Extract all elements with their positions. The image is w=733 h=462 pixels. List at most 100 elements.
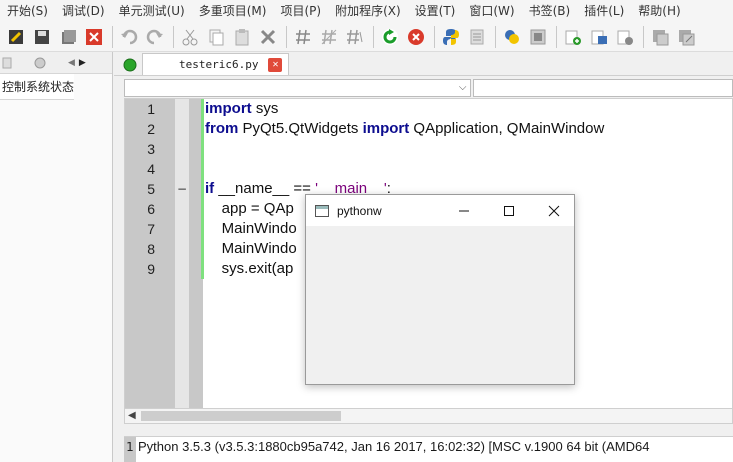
- maximize-button[interactable]: [486, 195, 531, 226]
- menu-item[interactable]: 多重项目(M): [192, 0, 274, 22]
- menu-item[interactable]: 插件(L): [577, 0, 631, 22]
- code-token: sys: [251, 100, 279, 117]
- open-project-icon[interactable]: [587, 25, 611, 49]
- chevron-down-icon: ⌵: [458, 82, 467, 93]
- toolbar-separator: [643, 25, 644, 48]
- code-token: MainWindo: [205, 220, 297, 237]
- new-project-icon[interactable]: [561, 25, 585, 49]
- keyword-token: import: [205, 100, 252, 117]
- toolbar-separator: [112, 25, 113, 48]
- profile-icon[interactable]: [526, 25, 550, 49]
- change-marker: [201, 219, 204, 239]
- pythonw-window[interactable]: pythonw: [305, 194, 575, 385]
- toolbar-separator: [173, 25, 174, 48]
- menu-item[interactable]: 窗口(W): [462, 0, 521, 22]
- menu-item[interactable]: 项目(P): [273, 0, 328, 22]
- code-text: from PyQt5.QtWidgets import QApplication…: [205, 119, 604, 139]
- close-icon: [548, 205, 559, 216]
- minimize-button[interactable]: [441, 195, 486, 226]
- code-line[interactable]: 2 from PyQt5.QtWidgets import QApplicatio…: [125, 119, 732, 139]
- python-icon[interactable]: [439, 25, 463, 49]
- minimize-icon: [458, 210, 469, 211]
- maximize-icon: [503, 205, 514, 216]
- menu-item[interactable]: 帮助(H): [631, 0, 687, 22]
- keyword-token: if: [205, 180, 215, 197]
- comment-icon[interactable]: [291, 25, 315, 49]
- left-panel: ◀ ▶ 控制系统状态: [0, 52, 113, 462]
- line-number: 5: [147, 181, 155, 197]
- delete-icon[interactable]: [256, 25, 280, 49]
- code-line[interactable]: 1 import sys: [125, 99, 732, 119]
- scrollbar-thumb[interactable]: [141, 411, 341, 421]
- line-number: 3: [147, 141, 155, 157]
- stop-icon[interactable]: [404, 25, 428, 49]
- code-line[interactable]: 3: [125, 139, 732, 159]
- save-icon[interactable]: [30, 25, 54, 49]
- shell-output-text: Python 3.5.3 (v3.5.3:1880cb95a742, Jan 1…: [138, 439, 650, 454]
- panel-scroll-right-icon[interactable]: ▶: [79, 58, 86, 68]
- toolbar-separator: [286, 25, 287, 48]
- change-marker: [201, 99, 204, 119]
- close-file-icon[interactable]: [82, 25, 106, 49]
- project-save-as-icon[interactable]: [674, 25, 698, 49]
- code-line[interactable]: 4: [125, 159, 732, 179]
- menu-item[interactable]: 单元测试(U): [112, 0, 192, 22]
- panel-scroll-left-icon[interactable]: ◀: [68, 58, 75, 68]
- reload-icon[interactable]: [378, 25, 402, 49]
- edit-icon[interactable]: [4, 25, 28, 49]
- python-debug-icon[interactable]: [500, 25, 524, 49]
- panel-pin-icon[interactable]: [32, 56, 48, 70]
- line-number: 6: [147, 201, 155, 217]
- horizontal-scrollbar[interactable]: ◀: [124, 408, 733, 424]
- toolbar-separator: [373, 25, 374, 48]
- code-token: PyQt5.QtWidgets: [238, 120, 363, 137]
- code-token: sys.exit(ap: [205, 260, 294, 277]
- scroll-left-icon[interactable]: ◀: [128, 409, 136, 423]
- code-token: MainWindo: [205, 240, 297, 257]
- undo-icon[interactable]: [117, 25, 141, 49]
- change-marker: [201, 159, 204, 179]
- close-project-icon[interactable]: [613, 25, 637, 49]
- code-text: MainWindo: [205, 219, 297, 239]
- change-marker: [201, 199, 204, 219]
- tab-control-system-status[interactable]: 控制系统状态: [0, 74, 74, 100]
- window-icon: [315, 204, 329, 217]
- code-text: sys.exit(ap: [205, 259, 294, 279]
- menu-item[interactable]: 设置(T): [408, 0, 463, 22]
- line-number: 1: [147, 101, 155, 117]
- line-number: 7: [147, 221, 155, 237]
- menu-item[interactable]: 开始(S): [0, 0, 55, 22]
- modified-status-icon: [123, 58, 137, 72]
- class-combo[interactable]: ⌵: [124, 79, 472, 97]
- menu-bar: 开始(S) 调试(D) 单元测试(U) 多重项目(M) 项目(P) 附加程序(X) 设置(T…: [0, 0, 733, 22]
- code-token: app = QAp: [205, 200, 294, 217]
- cut-icon[interactable]: [178, 25, 202, 49]
- panel-icon[interactable]: [2, 56, 14, 70]
- method-combo[interactable]: [473, 79, 733, 97]
- uncomment-icon[interactable]: [317, 25, 341, 49]
- code-token: __name__ ==: [214, 180, 316, 197]
- shell-panel[interactable]: 1 Python 3.5.3 (v3.5.3:1880cb95a742, Jan…: [124, 436, 733, 462]
- close-tab-icon[interactable]: ✕: [268, 57, 283, 72]
- save-all-icon[interactable]: [56, 25, 80, 49]
- paste-icon[interactable]: [230, 25, 254, 49]
- menu-item[interactable]: 附加程序(X): [328, 0, 408, 22]
- pythonw-titlebar[interactable]: pythonw: [306, 195, 574, 226]
- editor-tab[interactable]: testeric6.py ✕: [142, 53, 290, 75]
- code-text: import sys: [205, 99, 278, 119]
- project-save-icon[interactable]: [648, 25, 672, 49]
- menu-item[interactable]: 调试(D): [55, 0, 112, 22]
- toggle-comment-icon[interactable]: [343, 25, 367, 49]
- left-panel-toolbar: ◀ ▶: [0, 52, 112, 74]
- fold-collapse-icon[interactable]: −: [177, 179, 187, 199]
- copy-icon[interactable]: [204, 25, 228, 49]
- close-button[interactable]: [531, 195, 576, 226]
- line-number: 2: [147, 121, 155, 137]
- menu-item[interactable]: 书签(B): [522, 0, 578, 22]
- change-marker: [201, 139, 204, 159]
- keyword-token: from: [205, 120, 239, 137]
- change-marker: [201, 119, 204, 139]
- redo-icon[interactable]: [143, 25, 167, 49]
- line-number: 8: [147, 241, 155, 257]
- python-file-icon[interactable]: [465, 25, 489, 49]
